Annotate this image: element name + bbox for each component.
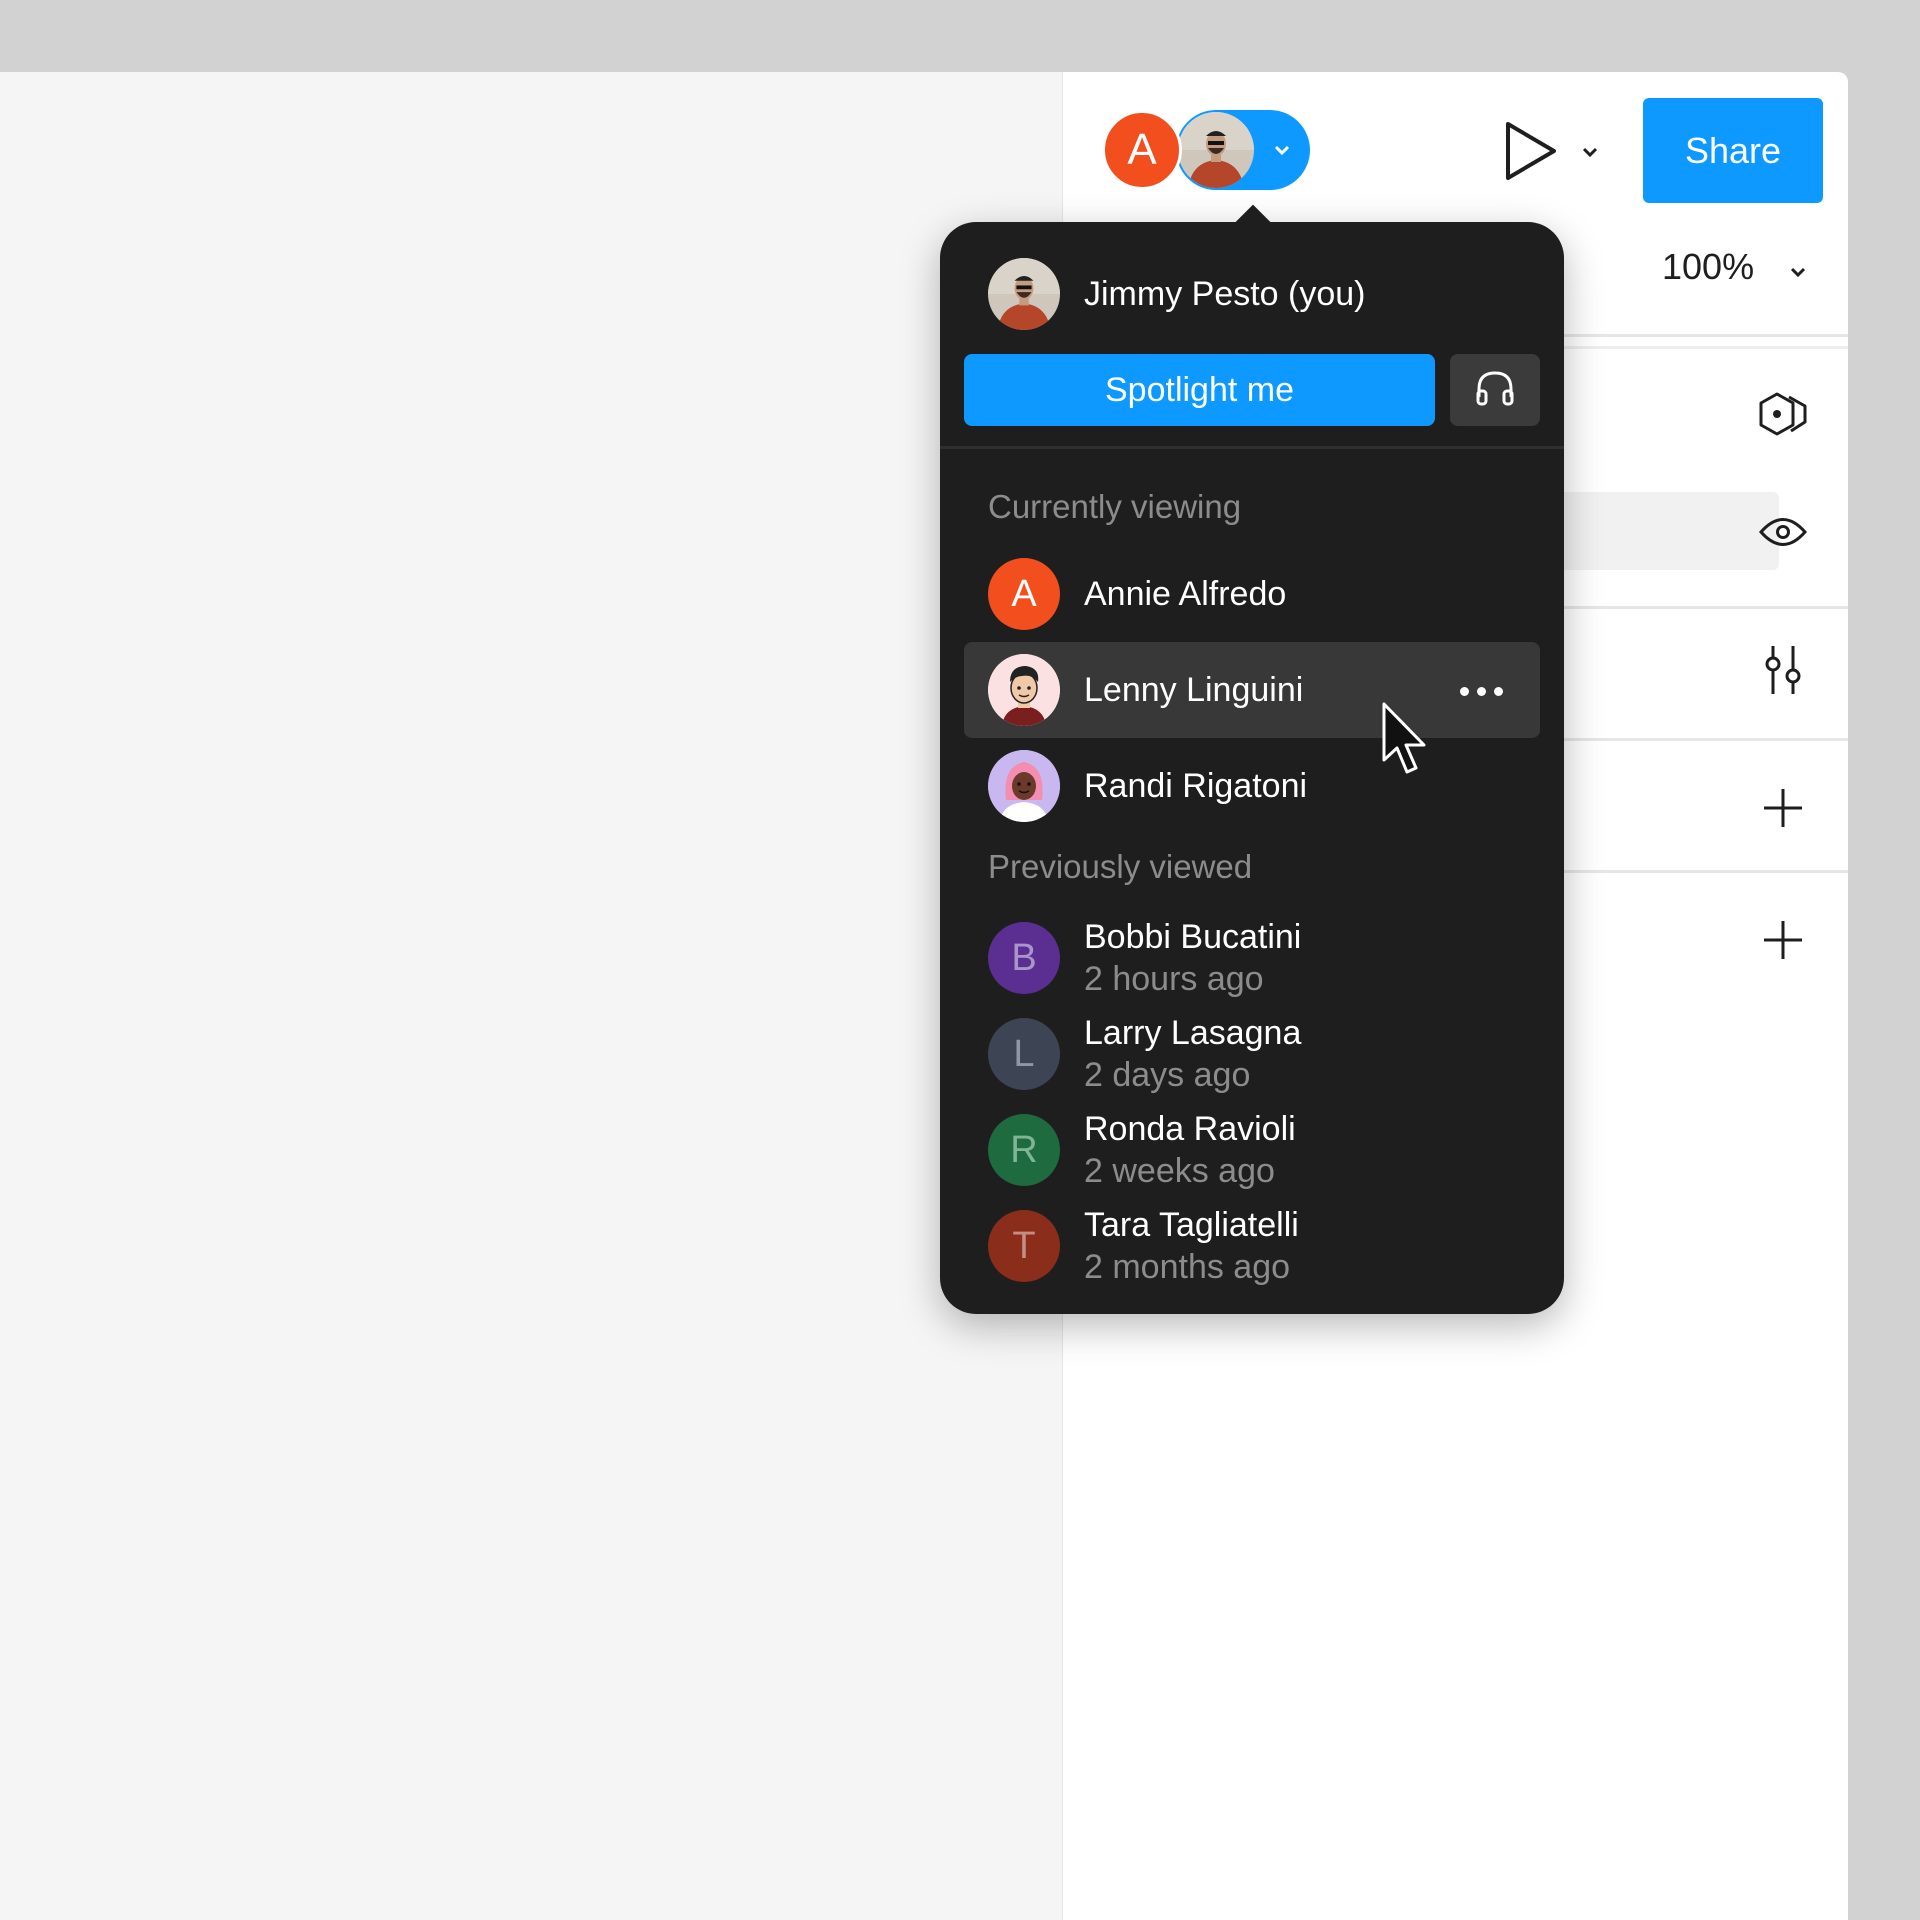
user-name: Randi Rigatoni <box>1084 766 1308 805</box>
list-item[interactable]: R Ronda Ravioli 2 weeks ago <box>988 1108 1296 1192</box>
avatar: L <box>988 1018 1060 1090</box>
current-user-row: Jimmy Pesto (you) <box>988 258 1366 330</box>
plus-icon[interactable] <box>1755 780 1811 836</box>
component-icon[interactable] <box>1755 386 1811 442</box>
share-button[interactable]: Share <box>1643 98 1823 203</box>
eye-icon[interactable] <box>1755 504 1811 560</box>
list-item[interactable]: L Larry Lasagna 2 days ago <box>988 1012 1301 1096</box>
list-item[interactable]: Lenny Linguini <box>988 654 1303 726</box>
list-item[interactable]: Randi Rigatoni <box>988 750 1307 822</box>
multiplayer-avatars-button[interactable] <box>1176 110 1310 190</box>
current-user-name: Jimmy Pesto (you) <box>1084 274 1366 313</box>
zoom-level[interactable]: 100% <box>1662 246 1754 288</box>
avatar[interactable]: A <box>1102 110 1182 190</box>
list-item[interactable]: T Tara Tagliatelli 2 months ago <box>988 1204 1299 1288</box>
spotlight-me-button[interactable]: Spotlight me <box>964 354 1435 426</box>
avatar <box>988 258 1060 330</box>
user-name: Lenny Linguini <box>1084 670 1304 709</box>
currently-viewing-heading: Currently viewing <box>988 488 1242 525</box>
avatar <box>1178 112 1254 188</box>
last-viewed-time: 2 weeks ago <box>1084 1152 1275 1190</box>
list-item[interactable]: A Annie Alfredo <box>988 558 1286 630</box>
panel-field[interactable] <box>1553 492 1779 570</box>
avatar: A <box>988 558 1060 630</box>
more-options-icon[interactable] <box>1460 687 1503 696</box>
last-viewed-time: 2 days ago <box>1084 1056 1251 1094</box>
design-canvas[interactable] <box>0 72 1062 1920</box>
avatar <box>988 654 1060 726</box>
adjust-icon[interactable] <box>1755 642 1811 698</box>
play-icon[interactable] <box>1500 120 1560 182</box>
chevron-down-icon[interactable] <box>1578 140 1602 169</box>
user-name: Annie Alfredo <box>1084 574 1287 613</box>
avatar: R <box>988 1114 1060 1186</box>
user-name: Tara Tagliatelli <box>1084 1206 1299 1244</box>
popover-divider <box>940 446 1564 449</box>
last-viewed-time: 2 hours ago <box>1084 960 1264 998</box>
avatar <box>988 750 1060 822</box>
previously-viewed-heading: Previously viewed <box>988 848 1253 885</box>
mouse-cursor-icon <box>1380 700 1432 785</box>
list-item[interactable]: B Bobbi Bucatini 2 hours ago <box>988 916 1301 1000</box>
avatar: B <box>988 922 1060 994</box>
multiplayer-popover: Jimmy Pesto (you) Spotlight me Currently… <box>940 204 1564 1314</box>
user-name: Bobbi Bucatini <box>1084 918 1302 956</box>
chevron-down-icon[interactable] <box>1786 260 1810 289</box>
avatar: T <box>988 1210 1060 1282</box>
user-name: Larry Lasagna <box>1084 1014 1302 1052</box>
headphones-icon <box>1475 369 1515 412</box>
chevron-down-icon <box>1270 138 1294 167</box>
audio-button[interactable] <box>1450 354 1540 426</box>
last-viewed-time: 2 months ago <box>1084 1248 1291 1286</box>
plus-icon[interactable] <box>1755 912 1811 968</box>
user-name: Ronda Ravioli <box>1084 1110 1296 1148</box>
